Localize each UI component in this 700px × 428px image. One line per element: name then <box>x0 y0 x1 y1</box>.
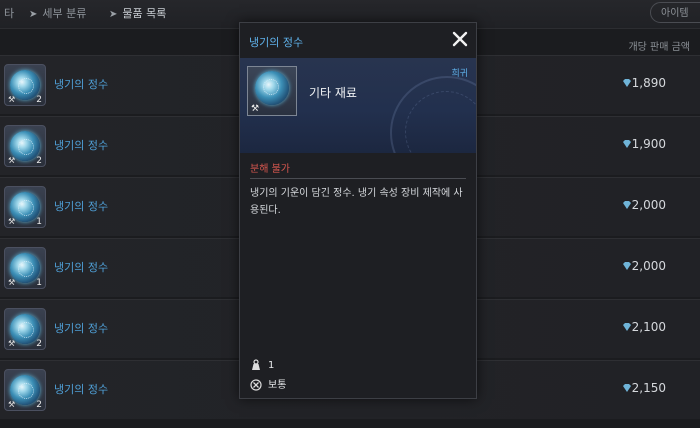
item-thumbnail: ⚒ 1 <box>4 247 46 289</box>
item-large-thumbnail: ⚒ <box>247 66 297 116</box>
tool-icon: ⚒ <box>8 278 16 287</box>
search-pill[interactable]: 아이템 <box>650 2 700 23</box>
tool-icon: ⚒ <box>8 339 16 348</box>
item-category: 기타 재료 <box>309 86 357 100</box>
item-name: 냉기의 정수 <box>54 261 109 274</box>
weight-icon <box>252 359 260 370</box>
item-name: 냉기의 정수 <box>54 78 109 91</box>
tool-icon: ⚒ <box>8 217 16 226</box>
item-name: 냉기의 정수 <box>54 139 109 152</box>
weight-stat: 1 <box>250 359 274 371</box>
gem-icon <box>623 262 631 270</box>
modal-title: 냉기의 정수 <box>249 36 304 49</box>
item-detail-modal: 냉기의 정수 ⚒ 기타 재료 희귀 분해 불가 냉기의 기운이 담긴 정수. 냉… <box>239 22 477 399</box>
price-column-header: 개당 판매 금액 <box>628 42 690 53</box>
tool-icon: ⚒ <box>251 104 260 114</box>
item-price: 2,150 <box>631 381 666 395</box>
grade-icon <box>250 379 262 391</box>
orb-icon <box>255 71 289 105</box>
item-price: 1,900 <box>631 137 666 151</box>
item-thumbnail: ⚒ 2 <box>4 308 46 350</box>
chevron-right-icon: ➤ <box>109 9 118 20</box>
item-price: 1,890 <box>631 76 666 90</box>
item-price: 2,100 <box>631 320 666 334</box>
disassemble-notice: 분해 불가 <box>250 164 290 175</box>
rarity-label: 희귀 <box>451 69 468 79</box>
item-name: 냉기의 정수 <box>54 383 109 396</box>
item-thumbnail: ⚒ 1 <box>4 186 46 228</box>
gem-icon <box>623 140 631 148</box>
item-description: 냉기의 기운이 담긴 정수. 냉기 속성 장비 제작에 사용된다. <box>250 188 463 216</box>
tool-icon: ⚒ <box>8 400 16 409</box>
gem-icon <box>623 384 631 392</box>
divider <box>250 178 466 179</box>
item-price: 2,000 <box>631 259 666 273</box>
tool-icon: ⚒ <box>8 156 16 165</box>
item-thumbnail: ⚒ 2 <box>4 369 46 411</box>
grade-stat: 보통 <box>250 376 286 391</box>
breadcrumb-second[interactable]: ➤ 세부 분류 <box>29 5 86 21</box>
tool-icon: ⚒ <box>8 95 16 104</box>
item-name: 냉기의 정수 <box>54 322 109 335</box>
gem-icon <box>623 201 631 209</box>
close-icon[interactable] <box>450 29 470 49</box>
item-thumbnail: ⚒ 2 <box>4 64 46 106</box>
item-name: 냉기의 정수 <box>54 200 109 213</box>
item-thumbnail: ⚒ 2 <box>4 125 46 167</box>
breadcrumb-first[interactable]: 타 <box>4 5 14 21</box>
gem-icon <box>623 323 631 331</box>
chevron-right-icon: ➤ <box>29 9 38 20</box>
gem-icon <box>623 79 631 87</box>
breadcrumb-third[interactable]: ➤ 물품 목록 <box>109 5 166 21</box>
item-price: 2,000 <box>631 198 666 212</box>
item-banner: ⚒ 기타 재료 희귀 <box>240 58 476 153</box>
